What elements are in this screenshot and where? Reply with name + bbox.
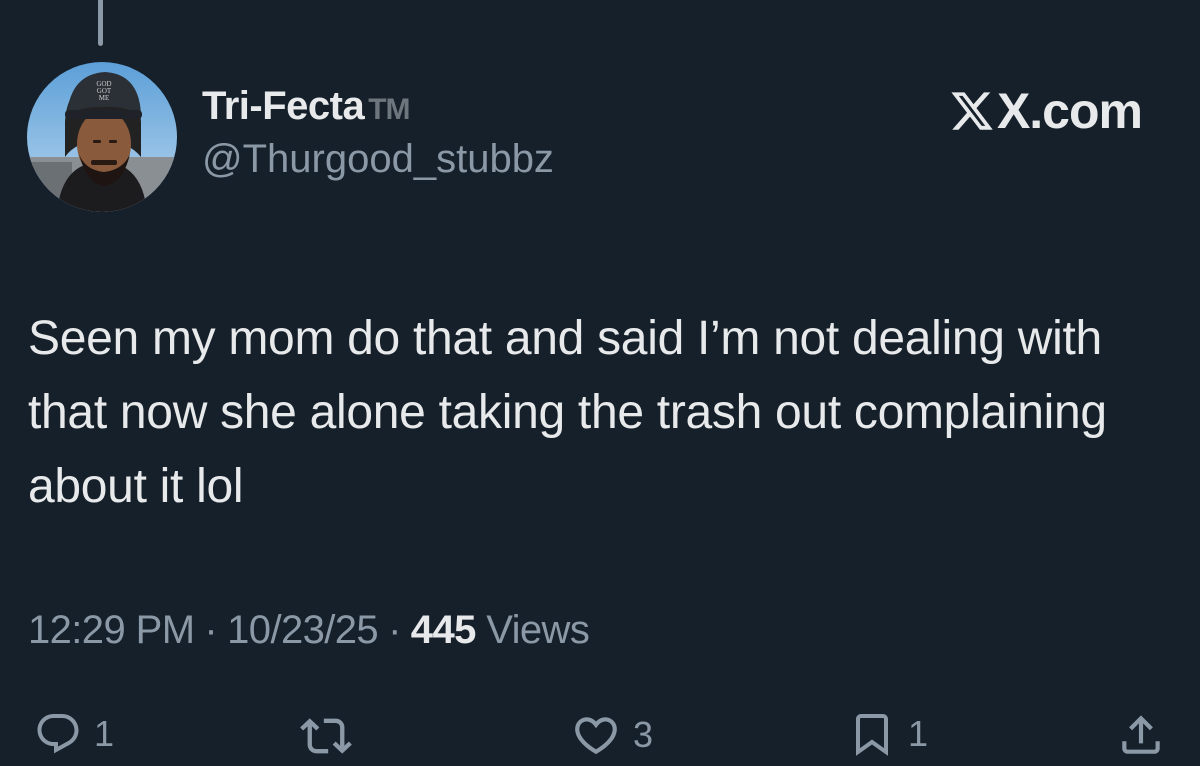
share-button[interactable]: [1116, 710, 1166, 760]
like-button[interactable]: 3: [571, 710, 653, 760]
reply-icon: [37, 714, 79, 754]
views-count[interactable]: 445: [411, 608, 477, 652]
author-info: Tri-Fecta TM @Thurgood_stubbz: [202, 84, 554, 182]
bookmark-button[interactable]: 1: [848, 710, 928, 758]
like-count: 3: [633, 714, 654, 755]
tweet-date[interactable]: 10/23/25: [227, 608, 379, 652]
avatar[interactable]: GOD GOT ME: [27, 62, 177, 212]
meta-separator: ·: [204, 608, 218, 652]
brand-text: X.com: [996, 83, 1143, 139]
avatar-image: GOD GOT ME: [27, 62, 177, 212]
display-name-row: Tri-Fecta TM: [202, 84, 554, 129]
bookmark-count: 1: [908, 713, 929, 754]
retweet-button[interactable]: [300, 710, 352, 762]
retweet-icon: [300, 718, 352, 754]
thread-connector-line: [98, 0, 103, 46]
reply-count: 1: [94, 713, 115, 754]
svg-text:ME: ME: [99, 94, 110, 102]
heart-icon: [575, 717, 617, 755]
bookmark-icon: [856, 714, 888, 756]
brand-watermark: X.com: [949, 82, 1143, 140]
tweet-text: Seen my mom do that and said I’m not dea…: [28, 312, 1107, 513]
tweet-card[interactable]: GOD GOT ME Tri-Fecta TM @Thurgood_stubbz…: [0, 0, 1200, 766]
share-icon: [1122, 715, 1160, 754]
views-label: Views: [486, 608, 590, 652]
display-name-suffix: TM: [368, 93, 410, 126]
user-handle[interactable]: @Thurgood_stubbz: [202, 137, 554, 182]
display-name[interactable]: Tri-Fecta: [202, 84, 365, 129]
reply-button[interactable]: 1: [34, 710, 114, 758]
x-logo-icon: [951, 92, 993, 130]
tweet-meta: 12:29 PM · 10/23/25 · 445 Views: [28, 608, 590, 653]
meta-separator: ·: [388, 608, 401, 652]
tweet-time[interactable]: 12:29 PM: [28, 608, 195, 652]
